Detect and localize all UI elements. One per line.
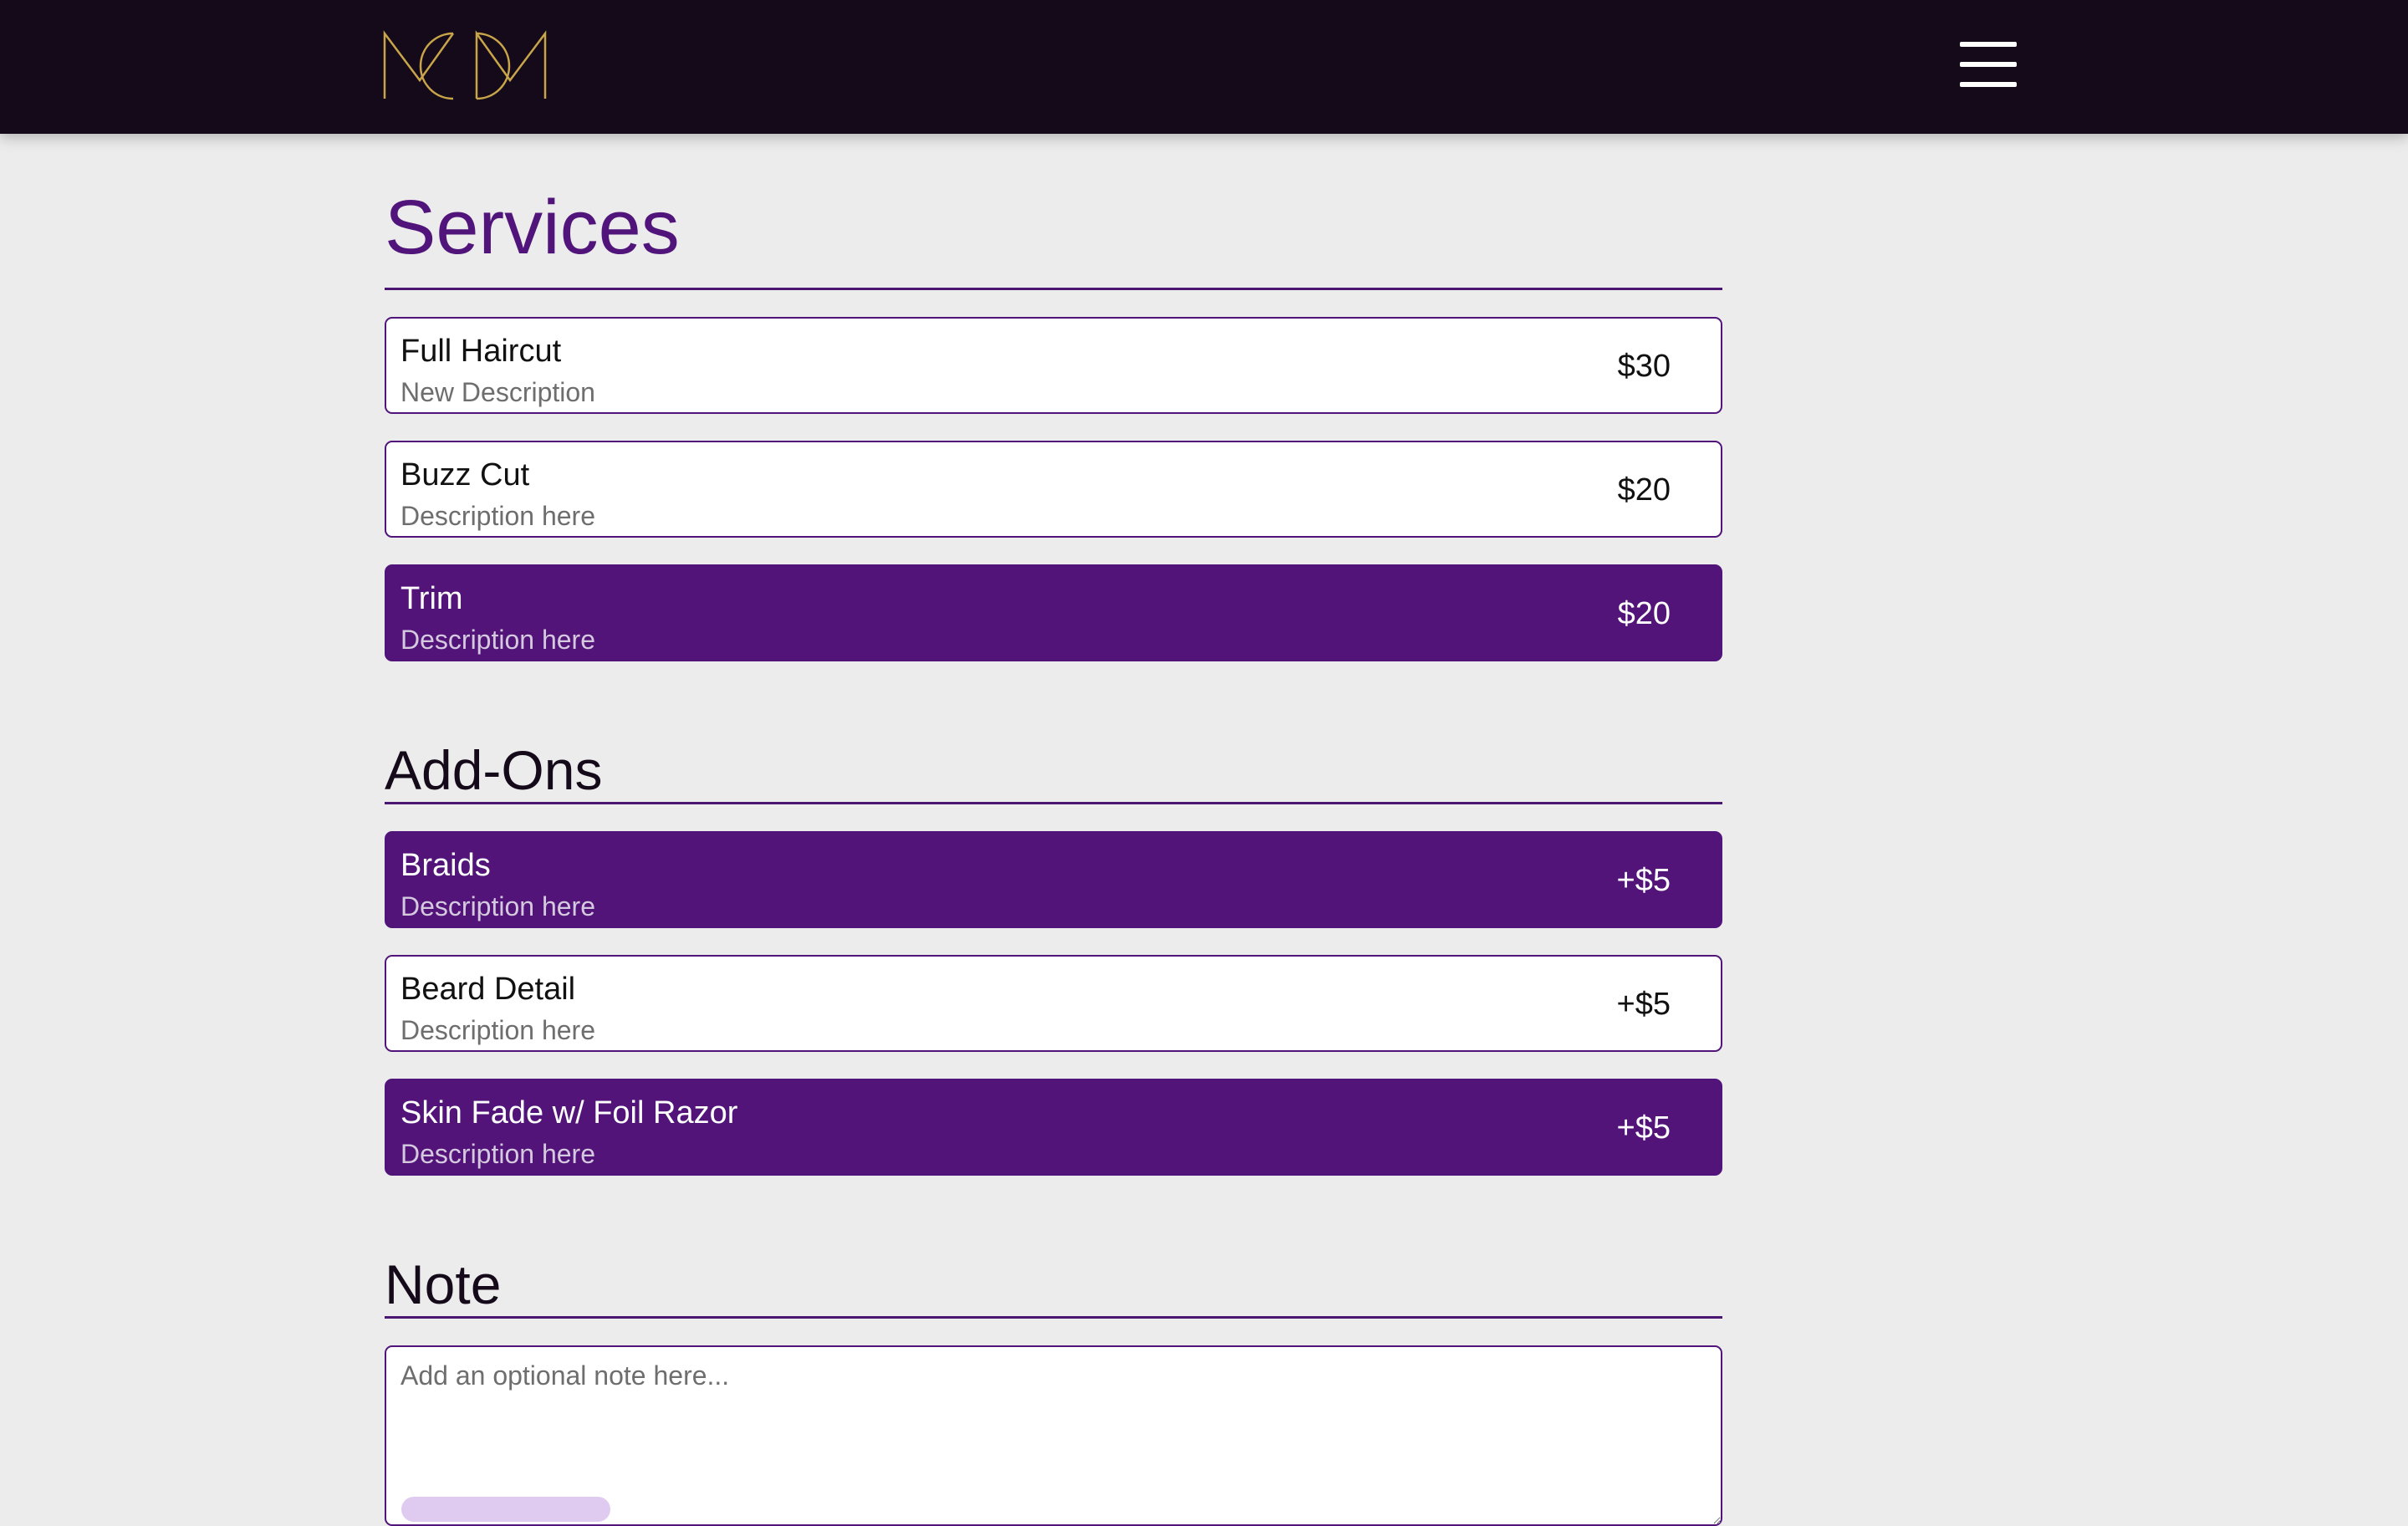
- service-name: Buzz Cut: [400, 457, 530, 493]
- hamburger-menu-icon[interactable]: [1960, 38, 2017, 92]
- service-name: Trim: [400, 581, 463, 616]
- service-description: New Description: [400, 377, 595, 407]
- addon-description: Description here: [400, 1139, 595, 1169]
- addon-name: Braids: [400, 848, 491, 883]
- service-option-buzz-cut[interactable]: Buzz Cut Description here $20: [385, 441, 1722, 538]
- addon-description: Description here: [400, 891, 595, 921]
- services-list: Full Haircut New Description $30 Buzz Cu…: [385, 317, 1722, 661]
- addon-name: Skin Fade w/ Foil Razor: [400, 1095, 738, 1130]
- top-navbar: [0, 0, 2408, 134]
- addon-name: Beard Detail: [400, 972, 576, 1007]
- service-name: Full Haircut: [400, 334, 562, 369]
- addons-list: Braids Description here +$5 Beard Detail…: [385, 831, 1722, 1176]
- addons-heading: Add-Ons: [385, 728, 1722, 804]
- service-description: Description here: [400, 501, 595, 531]
- service-option-full-haircut[interactable]: Full Haircut New Description $30: [385, 317, 1722, 414]
- booking-form: Services Full Haircut New Description $3…: [385, 134, 1722, 1526]
- menu-bar: [1960, 42, 2017, 47]
- service-price: $20: [1617, 472, 1671, 508]
- mcm-logo[interactable]: [383, 30, 547, 100]
- addon-option-braids[interactable]: Braids Description here +$5: [385, 831, 1722, 928]
- note-heading: Note: [385, 1243, 1722, 1319]
- addon-description: Description here: [400, 1015, 595, 1045]
- services-heading: Services: [385, 134, 1722, 290]
- addon-price: +$5: [1616, 987, 1671, 1022]
- menu-bar: [1960, 62, 2017, 67]
- addon-option-beard-detail[interactable]: Beard Detail Description here +$5: [385, 955, 1722, 1052]
- service-description: Description here: [400, 625, 595, 655]
- addon-price: +$5: [1616, 863, 1671, 898]
- addon-option-skin-fade-foil-razor[interactable]: Skin Fade w/ Foil Razor Description here…: [385, 1079, 1722, 1176]
- service-option-trim[interactable]: Trim Description here $20: [385, 564, 1722, 661]
- submit-button[interactable]: [401, 1497, 610, 1522]
- service-price: $20: [1617, 596, 1671, 631]
- service-price: $30: [1617, 349, 1671, 384]
- menu-bar: [1960, 82, 2017, 87]
- addon-price: +$5: [1616, 1110, 1671, 1146]
